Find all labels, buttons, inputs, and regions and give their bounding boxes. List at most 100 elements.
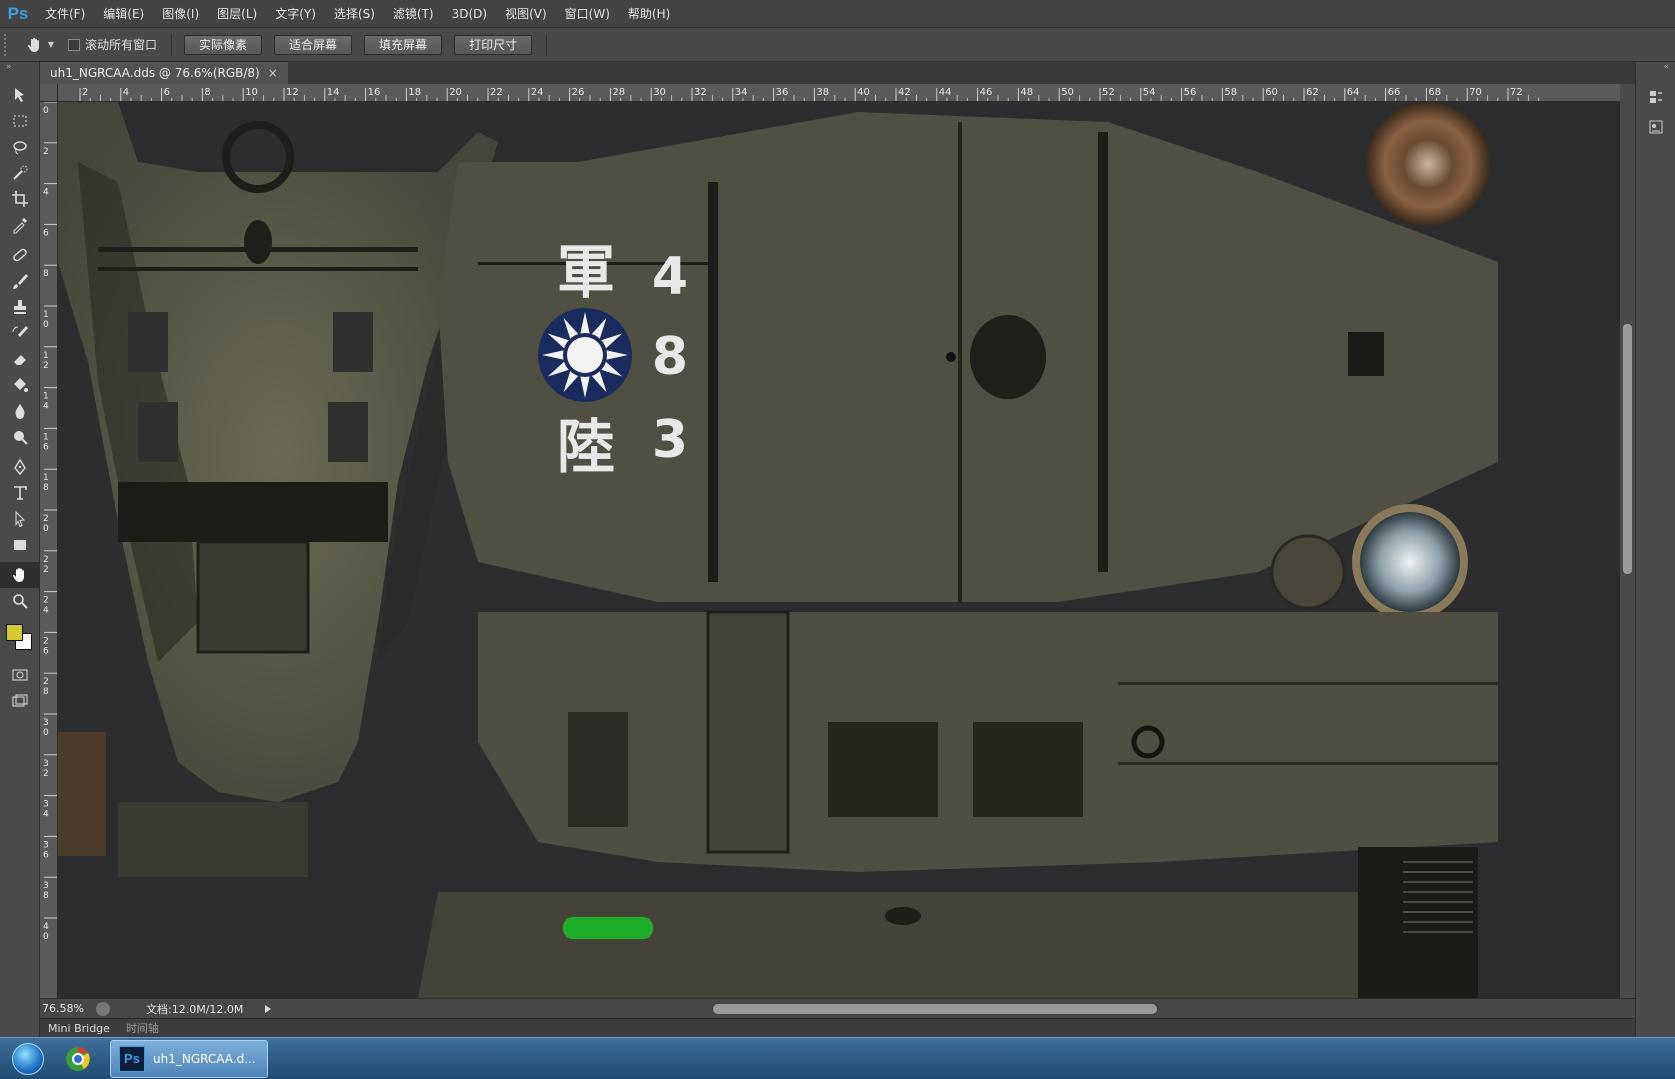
marquee-tool[interactable] xyxy=(0,108,40,134)
taskbar-app-browser[interactable] xyxy=(50,1039,106,1079)
windows-taskbar: Ps uh1_NGRCAA.d... xyxy=(0,1037,1675,1079)
hand-icon xyxy=(27,37,39,52)
path-select-tool[interactable] xyxy=(0,506,40,532)
brush-tool[interactable] xyxy=(0,268,40,294)
history-panel-button[interactable] xyxy=(1636,82,1675,112)
ruler-origin[interactable] xyxy=(40,84,58,102)
menu-edit[interactable]: 编辑(E) xyxy=(94,0,153,28)
texture-image: 軍 陸 4 8 3 xyxy=(58,102,1498,998)
screen-mode-button[interactable] xyxy=(0,688,40,714)
panel-window xyxy=(333,312,373,372)
document-size-info: 文档:12.0M/12.0M xyxy=(146,1002,244,1016)
start-button[interactable] xyxy=(6,1039,50,1079)
menu-view[interactable]: 视图(V) xyxy=(496,0,556,28)
menu-type[interactable]: 文字(Y) xyxy=(266,0,325,28)
ruler-label: 70 xyxy=(1469,87,1482,98)
document-tab-bar: uh1_NGRCAA.dds @ 76.6%(RGB/8) × xyxy=(40,62,1635,84)
ruler-label: 0 xyxy=(43,932,49,942)
bucket-tool[interactable] xyxy=(0,372,40,398)
menu-help[interactable]: 帮助(H) xyxy=(619,0,679,28)
quick-mask-button[interactable] xyxy=(0,662,40,688)
ruler-label: 8 xyxy=(43,687,49,697)
options-grip[interactable] xyxy=(4,33,12,56)
menu-window[interactable]: 窗口(W) xyxy=(556,0,619,28)
dock-collapse-icon[interactable]: « xyxy=(1636,62,1675,82)
marquee-icon xyxy=(13,115,27,127)
taskbar-app-photoshop[interactable]: Ps uh1_NGRCAA.d... xyxy=(110,1039,268,1078)
blur-icon xyxy=(15,404,25,419)
horizontal-ruler[interactable]: 2 4 6 8 10 12 14 16 18 20 22 24 26 28 30 32 34 36 38 40 42 44… xyxy=(58,84,1620,102)
vertical-scrollbar[interactable] xyxy=(1620,84,1635,998)
vent-stripe xyxy=(98,267,418,271)
foreground-color-swatch[interactable] xyxy=(6,624,23,641)
ruler-label: 8 xyxy=(43,269,49,279)
vertical-scroll-thumb[interactable] xyxy=(1623,324,1632,574)
wheel-texture xyxy=(1366,102,1490,226)
document-canvas[interactable]: 軍 陸 4 8 3 xyxy=(58,102,1620,998)
blur-tool[interactable] xyxy=(0,398,40,424)
fit-screen-button[interactable]: 适合屏幕 xyxy=(274,34,353,55)
quick-select-icon xyxy=(13,165,28,180)
healing-tool[interactable] xyxy=(0,242,40,268)
menu-layer[interactable]: 图层(L) xyxy=(208,0,266,28)
rivet xyxy=(946,352,956,362)
ruler-label: 26 xyxy=(572,87,585,98)
tab-timeline[interactable]: 时间轴 xyxy=(118,1019,167,1038)
horizontal-ruler-ticks: 2 4 6 8 10 12 14 16 18 20 22 24 26 28 30 32 34 36 38 40 42 44… xyxy=(79,87,1540,101)
menu-select[interactable]: 选择(S) xyxy=(325,0,384,28)
toolbox-collapse-icon[interactable]: » xyxy=(0,62,39,82)
type-tool[interactable] xyxy=(0,480,40,506)
actual-pixels-button[interactable]: 实际像素 xyxy=(184,34,263,55)
ruler-label: 0 xyxy=(43,728,49,738)
menu-image[interactable]: 图像(I) xyxy=(153,0,208,28)
ruler-label: 40 xyxy=(857,87,870,98)
ruler-label: 44 xyxy=(939,87,952,98)
pen-tool[interactable] xyxy=(0,454,40,480)
horizontal-scroll-thumb[interactable] xyxy=(713,1003,1158,1014)
menu-3d[interactable]: 3D(D) xyxy=(443,0,496,28)
window-cutout xyxy=(973,722,1083,817)
ruler-label: 6 xyxy=(43,850,49,860)
dodge-tool[interactable] xyxy=(0,424,40,450)
small-dial xyxy=(1270,534,1346,610)
zoom-tool[interactable] xyxy=(0,588,40,614)
window-cutout xyxy=(828,722,938,817)
status-menu-arrow[interactable] xyxy=(265,1004,272,1013)
eyedropper-tool[interactable] xyxy=(0,212,40,238)
vertical-ruler[interactable]: 0246810121416182022242628303234363840 xyxy=(40,102,58,998)
scroll-all-windows-checkbox[interactable] xyxy=(68,38,80,51)
ruler-label: 2 xyxy=(43,361,49,371)
tab-mini-bridge[interactable]: Mini Bridge xyxy=(40,1019,118,1038)
fill-screen-button[interactable]: 填充屏幕 xyxy=(364,34,443,55)
lasso-tool[interactable] xyxy=(0,134,40,160)
print-size-button[interactable]: 打印尺寸 xyxy=(454,34,533,55)
quick-select-tool[interactable] xyxy=(0,160,40,186)
ruler-label: 0 xyxy=(43,106,49,116)
history-brush-tool[interactable] xyxy=(0,320,40,346)
properties-panel-button[interactable] xyxy=(1636,112,1675,142)
shape-tool[interactable] xyxy=(0,532,40,558)
close-icon[interactable]: × xyxy=(268,62,278,84)
ruler-label: 42 xyxy=(898,87,911,98)
ruler-label: 8 xyxy=(204,87,210,98)
hand-icon xyxy=(12,568,24,582)
zoom-level[interactable]: 76.58% xyxy=(40,1002,92,1015)
move-tool[interactable] xyxy=(0,82,40,108)
tool-preset-picker[interactable]: ▼ xyxy=(22,32,58,58)
hand-tool[interactable] xyxy=(0,562,40,588)
ruler-label: 12 xyxy=(286,87,299,98)
ruler-label: 22 xyxy=(490,87,503,98)
document-tab[interactable]: uh1_NGRCAA.dds @ 76.6%(RGB/8) × xyxy=(40,62,288,84)
document-tab-title: uh1_NGRCAA.dds @ 76.6%(RGB/8) xyxy=(50,66,260,80)
eraser-tool[interactable] xyxy=(0,346,40,372)
ruler-label: 10 xyxy=(245,87,258,98)
ruler-label: 16 xyxy=(368,87,381,98)
crop-tool[interactable] xyxy=(0,186,40,212)
crop-icon xyxy=(12,191,28,207)
menu-file[interactable]: 文件(F) xyxy=(36,0,94,28)
menu-filter[interactable]: 滤镜(T) xyxy=(384,0,443,28)
ruler-label: 2 xyxy=(43,769,49,779)
horizontal-scrollbar[interactable] xyxy=(281,1002,1631,1016)
stamp-tool[interactable] xyxy=(0,294,40,320)
ruler-label: 8 xyxy=(43,483,49,493)
